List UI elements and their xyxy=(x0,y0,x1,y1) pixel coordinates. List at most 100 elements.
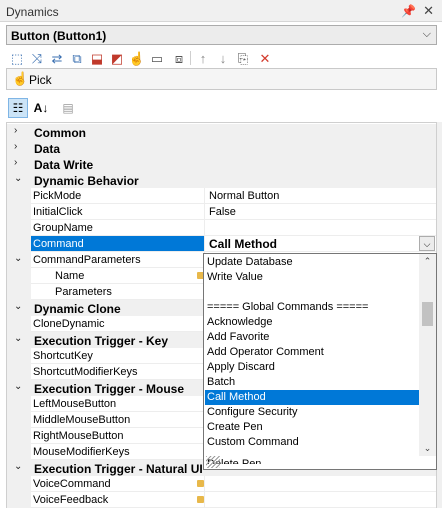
property-name[interactable]: GroupName xyxy=(31,220,205,236)
property-value[interactable]: Normal Button xyxy=(205,188,436,204)
property-value[interactable] xyxy=(205,476,436,492)
property-name[interactable]: VoiceFeedback xyxy=(31,492,205,508)
row-gutter xyxy=(7,284,31,300)
dropdown-item[interactable]: Create Pen xyxy=(205,420,419,435)
property-row[interactable]: Command Call Method ⌵ xyxy=(7,236,436,252)
chevron-down-icon[interactable]: ⌄ xyxy=(14,333,22,344)
row-gutter xyxy=(7,188,31,204)
close-icon[interactable]: ✕ xyxy=(423,3,434,19)
dynamic-pick-item[interactable]: Pick xyxy=(29,73,52,87)
category-label: Execution Trigger - Natural UI xyxy=(34,462,203,476)
shape-icon[interactable]: ◩ xyxy=(108,49,126,67)
property-name[interactable]: InitialClick xyxy=(31,204,205,220)
pin-icon[interactable]: 📌 xyxy=(401,4,416,18)
dropdown-scrollbar[interactable]: ⌃ ⌄ xyxy=(419,254,436,456)
chevron-down-icon[interactable]: ⌄ xyxy=(14,253,22,264)
chevron-down-icon[interactable]: ⌄ xyxy=(14,381,22,392)
expression-icon[interactable] xyxy=(197,480,204,487)
dropdown-item[interactable]: Call Method xyxy=(205,390,419,405)
category-row[interactable]: › Common xyxy=(7,124,436,140)
dropdown-item[interactable]: Apply Discard xyxy=(205,360,419,375)
property-row[interactable]: VoiceFeedback xyxy=(7,492,436,508)
dynamic-list[interactable]: ☝ Pick xyxy=(6,68,437,90)
category-label: Dynamic Clone xyxy=(34,302,121,316)
property-pages-icon[interactable]: ▤ xyxy=(58,98,78,118)
property-value[interactable]: Call Method xyxy=(205,236,436,252)
property-name[interactable]: CommandParameters xyxy=(31,252,205,268)
selected-object: Button (Button1) xyxy=(11,29,107,43)
property-name[interactable]: CloneDynamic xyxy=(31,316,205,332)
category-row[interactable]: › Data Write xyxy=(7,156,436,172)
object-selector[interactable]: Button (Button1) ⌵ xyxy=(6,25,437,45)
pick-action-icon[interactable]: ☝ xyxy=(128,49,146,67)
property-name[interactable]: LeftMouseButton xyxy=(31,396,205,412)
scroll-up-icon[interactable]: ⌃ xyxy=(419,254,436,269)
row-gutter xyxy=(7,364,31,380)
dropdown-item[interactable]: Write Value xyxy=(205,270,419,285)
connect-icon[interactable]: ⤨ xyxy=(28,49,46,67)
pick-icon: ☝ xyxy=(12,71,29,86)
scroll-thumb[interactable] xyxy=(422,302,433,326)
delete-icon[interactable]: ✕ xyxy=(256,49,274,67)
dropdown-item-partial[interactable]: Delete Pen xyxy=(205,457,419,464)
dropdown-item[interactable]: Add Operator Comment xyxy=(205,345,419,360)
value-icon[interactable]: ▭ xyxy=(148,49,166,67)
chevron-down-icon[interactable]: ⌵ xyxy=(423,28,431,41)
scroll-down-icon[interactable]: ⌄ xyxy=(419,441,436,456)
property-name[interactable]: Name xyxy=(31,268,205,284)
chevron-right-icon[interactable]: › xyxy=(14,141,17,152)
chevron-right-icon[interactable]: › xyxy=(14,125,17,136)
category-row[interactable]: › Data xyxy=(7,140,436,156)
property-value[interactable] xyxy=(205,492,436,508)
resize-grip-icon[interactable] xyxy=(206,456,220,468)
row-gutter xyxy=(7,476,31,492)
chevron-down-icon[interactable]: ⌄ xyxy=(14,461,22,472)
command-dropdown-list[interactable]: Custom Command Create Pen Configure Securi… xyxy=(203,253,437,470)
property-row[interactable]: VoiceCommand xyxy=(7,476,436,492)
chevron-down-icon[interactable]: ⌄ xyxy=(14,301,22,312)
property-row[interactable]: InitialClick False xyxy=(7,204,436,220)
dropdown-item[interactable]: Custom Command xyxy=(205,435,419,450)
row-gutter xyxy=(7,348,31,364)
property-row[interactable]: GroupName xyxy=(7,220,436,236)
dropdown-item[interactable]: Update Database xyxy=(205,255,419,270)
row-gutter xyxy=(7,444,31,460)
dropdown-item[interactable]: Batch xyxy=(205,375,419,390)
property-name[interactable]: ShortcutKey xyxy=(31,348,205,364)
property-name[interactable]: RightMouseButton xyxy=(31,428,205,444)
category-label: Execution Trigger - Mouse xyxy=(34,382,185,396)
property-value[interactable]: False xyxy=(205,204,436,220)
link-icon[interactable]: ⧉ xyxy=(68,49,86,67)
move-icon[interactable]: ⬓ xyxy=(88,49,106,67)
dropdown-item[interactable]: Acknowledge xyxy=(205,315,419,330)
group-icon[interactable]: ⧈ xyxy=(170,49,188,67)
dropdown-item[interactable]: Add Favorite xyxy=(205,330,419,345)
property-name[interactable]: VoiceCommand xyxy=(31,476,205,492)
combo-chevron-icon[interactable]: ⌵ xyxy=(419,236,435,251)
flow-icon[interactable]: ⇄ xyxy=(48,49,66,67)
dropdown-item[interactable]: Configure Security xyxy=(205,405,419,420)
chevron-down-icon[interactable]: ⌄ xyxy=(14,173,22,184)
chevron-right-icon[interactable]: › xyxy=(14,157,17,168)
panel-scrollbar[interactable] xyxy=(437,122,442,508)
property-name[interactable]: MiddleMouseButton xyxy=(31,412,205,428)
property-name[interactable]: Command xyxy=(31,236,205,252)
property-value[interactable] xyxy=(205,220,436,236)
property-toolbar: ☷ A↓ ▤ xyxy=(6,97,437,119)
categorized-view-icon[interactable]: ☷ xyxy=(8,98,28,118)
arrow-down-icon[interactable]: ↓ xyxy=(214,49,232,67)
property-name[interactable]: PickMode xyxy=(31,188,205,204)
expression-icon[interactable] xyxy=(197,496,204,503)
select-icon[interactable]: ⬚ xyxy=(8,49,26,67)
property-name[interactable]: MouseModifierKeys xyxy=(31,444,205,460)
property-name[interactable]: Parameters xyxy=(31,284,205,300)
property-row[interactable]: PickMode Normal Button xyxy=(7,188,436,204)
dropdown-group-header[interactable]: ===== Global Commands ===== xyxy=(205,300,419,315)
category-label: Dynamic Behavior xyxy=(34,174,139,188)
arrow-up-icon[interactable]: ↑ xyxy=(194,49,212,67)
category-row[interactable]: ⌄ Dynamic Behavior xyxy=(7,172,436,188)
alphabetical-sort-icon[interactable]: A↓ xyxy=(31,98,51,118)
property-name[interactable]: ShortcutModifierKeys xyxy=(31,364,205,380)
copy-icon[interactable]: ⎘ xyxy=(234,49,252,67)
dynamics-toolbar: ⬚ ⤨ ⇄ ⧉ ⬓ ◩ ☝ ▭ ⧈ ↑ ↓ ⎘ ✕ xyxy=(6,47,437,69)
